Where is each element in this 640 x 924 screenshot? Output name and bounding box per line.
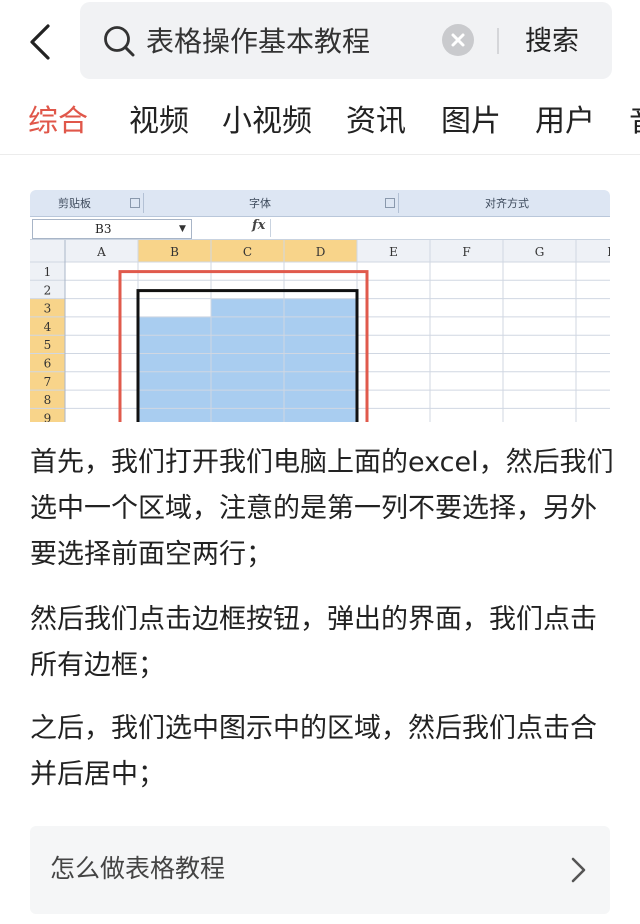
tabs-divider xyxy=(0,154,640,155)
ribbon-group-font: 字体 xyxy=(249,197,271,210)
row-header-2: 2 xyxy=(44,283,52,297)
search-divider xyxy=(497,28,499,54)
spreadsheet-grid: A B C D E F G H 1 2 3 4 5 6 7 8 9 xyxy=(30,240,610,422)
spreadsheet-grid-svg: A B C D E F G H 1 2 3 4 5 6 7 8 9 xyxy=(30,240,610,422)
row-header-6: 6 xyxy=(44,357,52,371)
column-header-c: C xyxy=(243,245,252,259)
chevron-right-icon xyxy=(571,857,586,883)
article-paragraph-1: 首先，我们打开我们电脑上面的excel，然后我们选中一个区域，注意的是第一列不要… xyxy=(30,447,614,570)
row-header-3: 3 xyxy=(44,302,52,316)
back-icon[interactable] xyxy=(22,20,62,64)
column-header-f: F xyxy=(462,245,470,259)
ribbon-separator xyxy=(143,193,144,213)
formula-bar: B3 ▼ fx xyxy=(30,217,610,240)
row-header-4: 4 xyxy=(44,320,52,334)
launcher-icon xyxy=(385,198,395,208)
launcher-icon xyxy=(130,198,140,208)
dropdown-icon: ▼ xyxy=(179,224,186,234)
column-header-e: E xyxy=(389,245,398,259)
formula-input xyxy=(270,219,610,237)
name-box: B3 ▼ xyxy=(32,219,192,239)
ribbon-group-clipboard: 剪贴板 xyxy=(58,197,91,210)
column-header-d: D xyxy=(316,245,326,259)
search-icon xyxy=(104,26,135,57)
related-search-card[interactable]: 怎么做表格教程 xyxy=(30,826,610,914)
name-box-value: B3 xyxy=(95,222,112,236)
column-header-h: H xyxy=(607,245,610,259)
article-image-excel[interactable]: 剪贴板 字体 对齐方式 B3 ▼ fx A B C D E F G H 1 2 3 4 5 6 7 8 9 xyxy=(30,190,610,422)
tab-music[interactable]: 音 xyxy=(629,92,640,152)
row-header-8: 8 xyxy=(44,393,52,407)
fx-icon: fx xyxy=(252,218,266,233)
ribbon-group-alignment: 对齐方式 xyxy=(485,197,529,210)
search-button[interactable]: 搜索 xyxy=(525,2,579,79)
article-paragraph-3: 之后，我们选中图示中的区域，然后我们点击合并后居中； xyxy=(30,713,597,790)
excel-ribbon: 剪贴板 字体 对齐方式 xyxy=(30,190,610,217)
clear-icon[interactable] xyxy=(442,24,474,56)
row-header-9: 9 xyxy=(44,411,52,422)
category-tabs: 综合 视频 小视频 资讯 图片 用户 音 xyxy=(0,92,640,154)
search-input[interactable]: 表格操作基本教程 xyxy=(146,2,370,79)
tab-users[interactable]: 用户 xyxy=(535,92,595,152)
top-bar: 表格操作基本教程 搜索 xyxy=(0,0,640,90)
row-header-7: 7 xyxy=(44,375,52,389)
column-header-g: G xyxy=(535,245,545,259)
active-cell xyxy=(138,298,211,317)
search-box[interactable]: 表格操作基本教程 搜索 xyxy=(80,2,612,79)
tab-news[interactable]: 资讯 xyxy=(346,92,406,152)
ribbon-separator xyxy=(398,193,399,213)
article-paragraph-2: 然后我们点击边框按钮，弹出的界面，我们点击所有边框； xyxy=(30,604,597,681)
column-header-b: B xyxy=(170,245,179,259)
tab-comprehensive[interactable]: 综合 xyxy=(28,92,88,152)
tab-images[interactable]: 图片 xyxy=(441,92,501,152)
row-header-1: 1 xyxy=(44,265,52,279)
tab-video[interactable]: 视频 xyxy=(129,92,189,152)
tab-short-video[interactable]: 小视频 xyxy=(222,92,312,152)
related-search-label: 怎么做表格教程 xyxy=(50,854,226,883)
column-header-a: A xyxy=(96,245,106,259)
row-header-5: 5 xyxy=(44,338,52,352)
